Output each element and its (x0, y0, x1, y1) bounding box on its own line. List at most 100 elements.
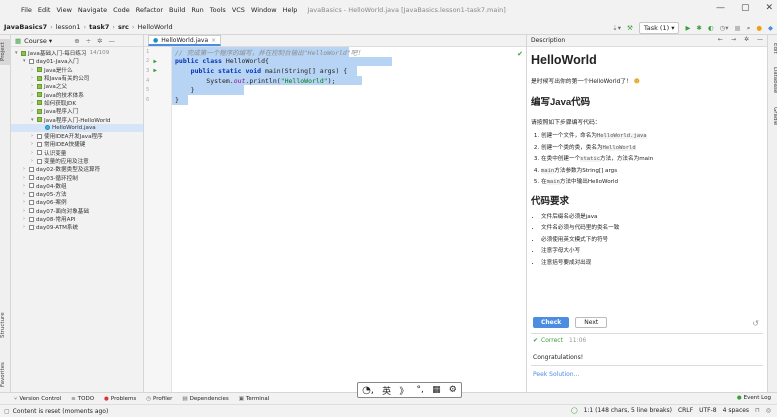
close-tab-icon[interactable]: × (211, 37, 216, 44)
search-icon[interactable]: ⌕ (747, 24, 751, 33)
maximize-button[interactable]: ▢ (741, 3, 750, 13)
java-class-icon (45, 125, 50, 131)
menu-view[interactable]: View (56, 6, 71, 14)
tree-item[interactable]: ▾ day01-Java入门 (11, 57, 143, 65)
menu-tools[interactable]: Tools (210, 6, 226, 14)
version-control-tab[interactable]: ⑂ Version Control (14, 396, 61, 402)
hide-panel-icon[interactable]: — (109, 37, 116, 45)
check-button[interactable]: Check (533, 317, 570, 328)
profiler-tab[interactable]: ◷ Profiler (146, 396, 172, 402)
event-log-tab[interactable]: ● Event Log (737, 395, 771, 401)
gear-icon[interactable]: ✲ (744, 36, 749, 43)
database-tool-tab[interactable]: Database (768, 67, 777, 101)
requirement-item: 文件名必须与代码里的类名一致 (541, 223, 767, 235)
tree-item[interactable]: › 和Java有关的公司 (11, 74, 143, 82)
caret-position[interactable]: 1:1 (148 chars, 5 line breaks) (584, 407, 672, 414)
dependencies-tab[interactable]: ▤ Dependencies (182, 396, 228, 402)
project-tool-tab[interactable]: Project (0, 39, 11, 65)
terminal-tab[interactable]: ▣ Terminal (239, 396, 269, 402)
menu-run[interactable]: Run (191, 6, 203, 14)
ime-language: 英 (382, 386, 392, 397)
tree-item[interactable]: › day04-数组 (11, 182, 143, 190)
tree-item[interactable]: › Java程序入门 (11, 107, 143, 115)
tree-item[interactable]: › 如何获取JDK (11, 99, 143, 107)
hide-panel-icon[interactable]: — (757, 36, 763, 43)
menu-navigate[interactable]: Navigate (78, 6, 107, 14)
tree-item[interactable]: ▾ Java基础入门-每日练习 14/109 (11, 49, 143, 57)
stop-icon[interactable]: ■ (735, 24, 741, 32)
forward-arrow-icon[interactable]: → (731, 36, 736, 43)
update-icon[interactable]: ● (756, 24, 762, 32)
tree-item[interactable]: › 认识变量 (11, 149, 143, 157)
tree-item-label: day02-数据类型及运算符 (36, 167, 101, 174)
file-encoding[interactable]: UTF-8 (699, 407, 717, 414)
gradle-tool-tab[interactable]: Gradle (768, 107, 777, 131)
editor-tab-helloworld[interactable]: ● HelloWorld.java × (148, 35, 222, 46)
lesson-icon (29, 58, 34, 64)
tree-item-label: Java基础入门-每日练习 (28, 51, 87, 58)
code-area[interactable]: // 完成第一个程序的编写，并在控制台输出"HelloWorld"吧！ publ… (172, 47, 527, 105)
menu-window[interactable]: Window (251, 6, 277, 14)
menu-file[interactable]: File (21, 6, 32, 14)
tree-item[interactable]: › 使用IDEA开发Java程序 (11, 132, 143, 140)
description-header: Description ← → ✲ — (527, 35, 767, 47)
peek-solution-link[interactable]: Peek Solution... (533, 371, 579, 378)
tree-item[interactable]: › Java是什么 (11, 66, 143, 74)
menu-code[interactable]: Code (113, 6, 130, 14)
collapse-icon[interactable]: ÷ (86, 37, 91, 45)
code-line: // 完成第一个程序的编写，并在控制台输出"HelloWorld"吧！ (172, 47, 364, 57)
locate-icon[interactable]: ⊕ (74, 37, 79, 45)
problems-tab[interactable]: ● Problems (104, 396, 136, 402)
next-button[interactable]: Next (575, 317, 608, 328)
tree-item[interactable]: › day05-方法 (11, 190, 143, 198)
tree-item[interactable]: HelloWorld.java (11, 123, 143, 132)
ime-toolbar[interactable]: ◔, 英 》 °, ▦ ⚙ (357, 382, 462, 398)
edit-tool-tab[interactable]: Edit (768, 43, 777, 59)
gear-icon[interactable]: ✲ (97, 37, 102, 45)
hammer-icon[interactable]: ⚒ (627, 24, 633, 32)
breadcrumb-src[interactable]: src (118, 23, 129, 31)
breadcrumb-task[interactable]: task7 (89, 23, 109, 31)
tree-item[interactable]: › day02-数据类型及运算符 (11, 165, 143, 173)
menu-build[interactable]: Build (169, 6, 185, 14)
tree-item-label: HelloWorld.java (52, 124, 96, 131)
menu-refactor[interactable]: Refactor (136, 6, 163, 14)
inspection-ok-icon[interactable]: ✔ (517, 50, 523, 58)
breadcrumb-file[interactable]: HelloWorld (138, 23, 173, 31)
coverage-icon[interactable]: ◐ (708, 24, 714, 32)
course-view-select[interactable]: Course ▾ (24, 37, 52, 45)
menu-help[interactable]: Help (283, 6, 298, 14)
structure-tool-tab[interactable]: Structure (0, 308, 11, 342)
todo-tab[interactable]: ≡ TODO (71, 396, 94, 402)
back-arrow-icon[interactable]: ← (718, 36, 723, 43)
run-icon[interactable]: ▶ (685, 24, 690, 32)
line-separator[interactable]: CRLF (678, 407, 693, 414)
minimize-button[interactable]: — (716, 3, 725, 13)
tree-item[interactable]: › Java之父 (11, 82, 143, 90)
indent-setting[interactable]: 4 spaces (723, 407, 749, 414)
run-gutter-icon[interactable]: ▶ (153, 67, 157, 74)
profiler-icon[interactable]: ◷▾ (720, 24, 729, 32)
tree-item[interactable]: › day07-面向对象基础 (11, 207, 143, 215)
tree-item[interactable]: › 常用IDEA快捷键 (11, 140, 143, 148)
tree-item[interactable]: › Java的技术体系 (11, 90, 143, 99)
vcs-icon[interactable]: ⇣▾ (612, 24, 621, 32)
menu-edit[interactable]: Edit (38, 6, 51, 14)
breadcrumb-project[interactable]: JavaBasics7 (4, 23, 47, 31)
breadcrumb-lesson[interactable]: lesson1 (56, 23, 81, 31)
reset-icon[interactable]: ↺ (752, 319, 759, 328)
debug-icon[interactable]: ✱ (696, 24, 701, 32)
run-config-select[interactable]: Task (1) ▾ (638, 22, 680, 34)
tree-item[interactable]: › 变量的应用及注意 (11, 157, 143, 165)
code-line: } (172, 85, 244, 95)
close-button[interactable]: ✕ (765, 3, 773, 13)
tree-item[interactable]: ▾ Java程序入门-HelloWorld (11, 115, 143, 124)
favorites-tool-tab[interactable]: Favorites (0, 357, 11, 393)
tree-item[interactable]: › day08-常用API (11, 215, 143, 223)
tree-item[interactable]: › day03-循环控制 (11, 173, 143, 182)
check-icon: ✔ (533, 337, 539, 344)
menu-vcs[interactable]: VCS (232, 6, 245, 14)
tree-item[interactable]: › day09-ATM系统 (11, 223, 143, 231)
run-gutter-icon[interactable]: ▶ (153, 58, 157, 65)
tree-item[interactable]: › day06-案例 (11, 198, 143, 206)
